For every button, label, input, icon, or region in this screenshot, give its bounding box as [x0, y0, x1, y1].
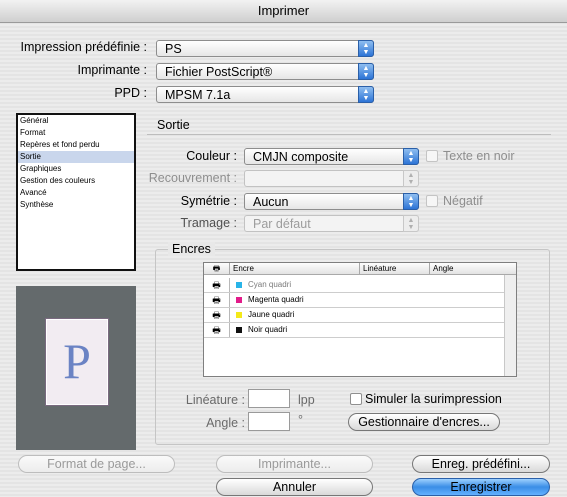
flip-label: Symétrie :: [180, 194, 237, 208]
preset-label: Impression prédéfinie :: [20, 40, 147, 54]
table-row[interactable]: 🖶 Noir quadri: [204, 323, 504, 338]
section-divider: [147, 134, 551, 135]
text-black-checkbox[interactable]: [426, 150, 438, 162]
printer-column-icon: 🖶: [204, 263, 230, 275]
screening-popup[interactable]: Par défaut ▲ ▼: [244, 215, 419, 232]
printer-icon[interactable]: 🖶: [204, 308, 230, 322]
page-preview: P: [16, 286, 136, 450]
sidebar-item-format[interactable]: Format: [18, 127, 134, 139]
ppd-value: MPSM 7.1a: [165, 88, 231, 102]
table-row[interactable]: 🖶 Magenta quadri: [204, 293, 504, 308]
printer-popup[interactable]: Fichier PostScript® ▲ ▼: [156, 63, 374, 80]
sidebar-item-graphics[interactable]: Graphiques: [18, 163, 134, 175]
frequency-input[interactable]: [248, 389, 290, 408]
ink-name: Noir quadri: [248, 325, 288, 334]
preview-letter: P: [63, 333, 91, 389]
flip-value: Aucun: [253, 195, 289, 209]
trapping-popup[interactable]: ▲ ▼: [244, 170, 419, 187]
table-scrollbar[interactable]: [504, 275, 516, 376]
save-preset-button[interactable]: Enreg. prédéfini...: [412, 455, 550, 473]
flip-popup[interactable]: Aucun ▲ ▼: [244, 193, 419, 210]
cancel-button[interactable]: Annuler: [216, 478, 373, 496]
ppd-popup[interactable]: MPSM 7.1a ▲ ▼: [156, 86, 374, 103]
ppd-label: PPD :: [114, 86, 147, 100]
column-header-angle[interactable]: Angle: [430, 263, 516, 275]
inks-table: 🖶 Encre Linéature Angle 🖶 Cyan quadri 🖶 …: [203, 262, 517, 377]
simulate-overprint-label: Simuler la surimpression: [365, 392, 502, 406]
frequency-unit: lpp: [298, 393, 315, 407]
printer-label: Imprimante :: [77, 63, 147, 77]
sidebar-item-summary[interactable]: Synthèse: [18, 199, 134, 211]
ink-swatch: [236, 327, 242, 333]
negative-label: Négatif: [443, 194, 483, 208]
color-popup[interactable]: CMJN composite ▲ ▼: [244, 148, 419, 165]
table-row[interactable]: 🖶 Jaune quadri: [204, 308, 504, 323]
popup-arrows-icon: ▲ ▼: [403, 170, 419, 187]
popup-arrows-icon: ▲ ▼: [403, 148, 419, 165]
page-setup-button[interactable]: Format de page...: [18, 455, 175, 473]
popup-arrows-icon: ▲ ▼: [358, 86, 374, 103]
popup-arrows-icon: ▲ ▼: [358, 40, 374, 57]
printer-button[interactable]: Imprimante...: [216, 455, 373, 473]
screening-label: Tramage :: [180, 216, 237, 230]
preset-value: PS: [165, 42, 182, 56]
column-header-frequency[interactable]: Linéature: [360, 263, 430, 275]
printer-value: Fichier PostScript®: [165, 65, 273, 79]
ink-name: Jaune quadri: [248, 310, 295, 319]
sidebar-item-general[interactable]: Général: [18, 115, 134, 127]
ink-swatch: [236, 282, 242, 288]
inks-section-title: Encres: [168, 242, 215, 256]
ink-manager-button[interactable]: Gestionnaire d'encres...: [348, 413, 500, 431]
angle-label: Angle :: [206, 416, 245, 430]
ink-name: Magenta quadri: [248, 295, 304, 304]
output-section-title: Sortie: [157, 118, 190, 132]
ink-swatch: [236, 312, 242, 318]
text-black-label: Texte en noir: [443, 149, 515, 163]
ink-swatch: [236, 297, 242, 303]
column-header-ink[interactable]: Encre: [230, 263, 360, 275]
sidebar-item-advanced[interactable]: Avancé: [18, 187, 134, 199]
frequency-label: Linéature :: [185, 393, 245, 407]
sidebar-item-color-management[interactable]: Gestion des couleurs: [18, 175, 134, 187]
sidebar-item-marks-bleed[interactable]: Repères et fond perdu: [18, 139, 134, 151]
save-button[interactable]: Enregistrer: [412, 478, 550, 496]
printer-icon[interactable]: 🖶: [204, 278, 230, 292]
popup-arrows-icon: ▲ ▼: [403, 215, 419, 232]
angle-unit: °: [298, 413, 303, 427]
preview-page: P: [46, 319, 108, 405]
window-title: Imprimer: [0, 0, 567, 23]
popup-arrows-icon: ▲ ▼: [403, 193, 419, 210]
preset-popup[interactable]: PS ▲ ▼: [156, 40, 374, 57]
print-dialog: Imprimer Impression prédéfinie : PS ▲ ▼ I…: [0, 0, 567, 497]
trapping-label: Recouvrement :: [148, 171, 237, 185]
category-list: Général Format Repères et fond perdu Sor…: [16, 113, 136, 271]
table-row[interactable]: 🖶 Cyan quadri: [204, 278, 504, 293]
screening-value: Par défaut: [253, 217, 311, 231]
simulate-overprint-checkbox[interactable]: [350, 393, 362, 405]
negative-checkbox[interactable]: [426, 195, 438, 207]
angle-input[interactable]: [248, 412, 290, 431]
printer-icon[interactable]: 🖶: [204, 323, 230, 337]
printer-icon[interactable]: 🖶: [204, 293, 230, 307]
sidebar-item-output[interactable]: Sortie: [18, 151, 134, 163]
ink-name: Cyan quadri: [248, 280, 292, 289]
popup-arrows-icon: ▲ ▼: [358, 63, 374, 80]
color-label: Couleur :: [186, 149, 237, 163]
color-value: CMJN composite: [253, 150, 349, 164]
